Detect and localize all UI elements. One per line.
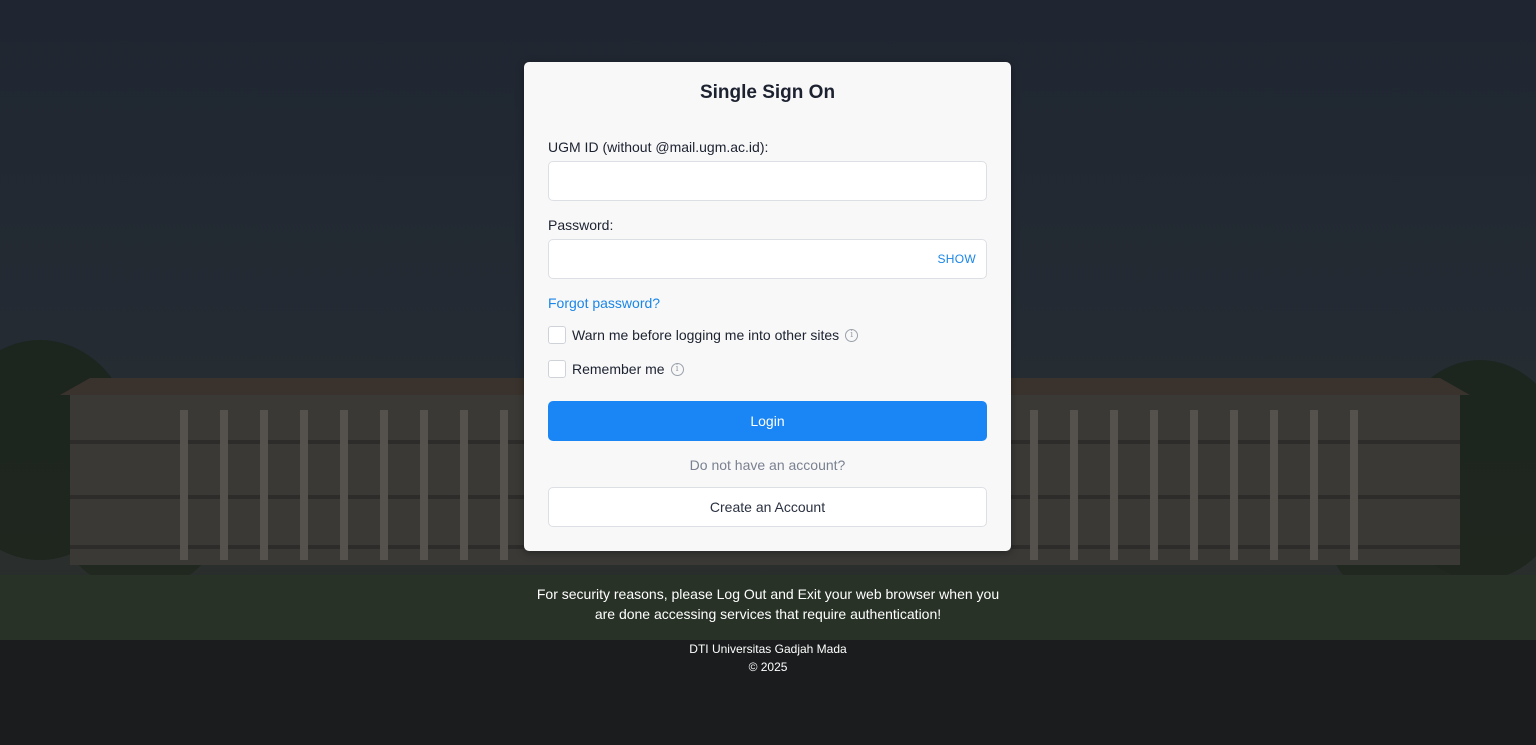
login-button[interactable]: Login: [548, 401, 987, 441]
footer-org: DTI Universitas Gadjah Mada: [689, 642, 847, 656]
username-input[interactable]: [548, 161, 987, 201]
footer: DTI Universitas Gadjah Mada © 2025: [0, 640, 1536, 676]
page-title: Single Sign On: [699, 82, 836, 103]
login-card: Single Sign On UGM ID (without @mail.ugm…: [524, 62, 1011, 551]
warn-row: Warn me before logging me into other sit…: [548, 326, 859, 344]
password-label: Password:: [548, 217, 614, 233]
create-account-button[interactable]: Create an Account: [548, 487, 987, 527]
no-account-text: Do not have an account?: [689, 457, 846, 473]
forgot-password-link[interactable]: Forgot password?: [548, 295, 660, 311]
username-label: UGM ID (without @mail.ugm.ac.id):: [548, 139, 769, 155]
remember-row: Remember me i: [548, 360, 684, 378]
security-notice-line1: For security reasons, please Log Out and…: [536, 586, 1000, 602]
security-notice-line2: are done accessing services that require…: [594, 606, 942, 622]
warn-label[interactable]: Warn me before logging me into other sit…: [572, 327, 839, 343]
warn-checkbox[interactable]: [548, 326, 566, 344]
remember-label[interactable]: Remember me: [572, 361, 665, 377]
password-input[interactable]: SHOW: [548, 239, 987, 279]
info-icon[interactable]: i: [670, 362, 684, 376]
remember-checkbox[interactable]: [548, 360, 566, 378]
info-icon[interactable]: i: [845, 328, 859, 342]
show-password-button[interactable]: SHOW: [937, 252, 976, 266]
footer-copyright: © 2025: [748, 660, 788, 674]
security-notice: For security reasons, please Log Out and…: [528, 584, 1008, 624]
